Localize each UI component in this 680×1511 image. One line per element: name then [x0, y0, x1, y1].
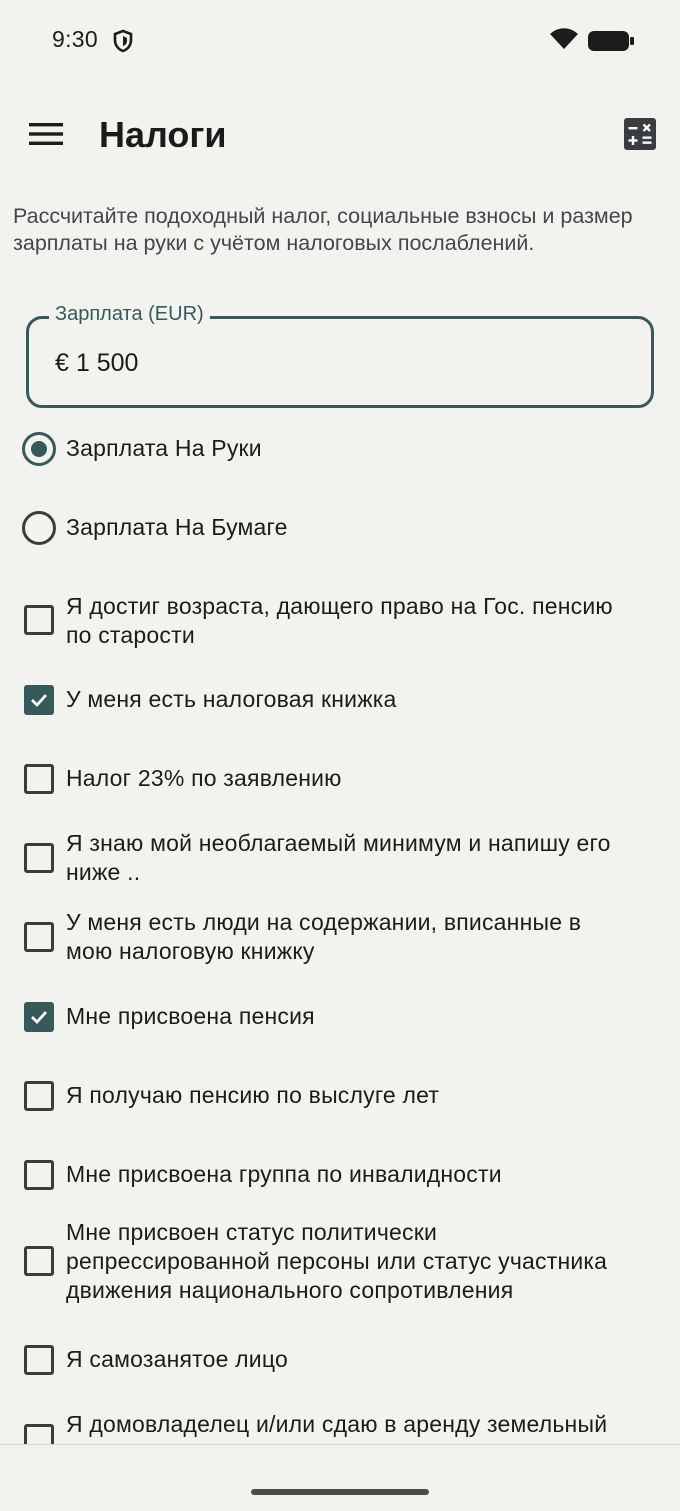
option-tax-23-percent[interactable]: Налог 23% по заявлению [22, 764, 672, 794]
checkbox[interactable] [24, 1424, 54, 1444]
option-tax-book[interactable]: У меня есть налоговая книжка [22, 685, 672, 715]
system-navigation-bar [0, 1444, 680, 1511]
option-label: Я получаю пенсию по выслуге лет [66, 1082, 440, 1108]
checkbox[interactable] [24, 1160, 54, 1190]
shield-icon [113, 29, 133, 53]
checkbox[interactable] [24, 764, 54, 794]
option-label: Мне присвоена пенсия [66, 1003, 315, 1029]
option-label-line1: Мне присвоен статус политически [66, 1219, 438, 1245]
menu-button[interactable] [18, 106, 74, 162]
option-self-employed[interactable]: Я самозанятое лицо [22, 1345, 672, 1375]
option-repressed-status[interactable]: Мне присвоен статус политически репресси… [22, 1218, 672, 1308]
wifi-icon [550, 28, 578, 49]
radio-gross-salary[interactable]: Зарплата На Бумаге [22, 511, 672, 545]
tax-screen: 9:30 Налоги Рассчитайте подоходный налог… [0, 0, 680, 1511]
option-label: Я домовладелец и/или сдаю в аренду земел… [66, 1411, 608, 1437]
option-label-line3: движения национального сопротивления [66, 1277, 514, 1303]
checkbox[interactable] [24, 843, 54, 873]
radio-net-salary[interactable]: Зарплата На Руки [22, 432, 672, 466]
option-pension-age[interactable]: Я достиг возраста, дающего право на Гос.… [22, 592, 672, 652]
check-icon [31, 694, 48, 708]
option-label-line2: репрессированной персоны или статус учас… [66, 1248, 608, 1274]
checkbox[interactable] [24, 605, 54, 635]
option-label: У меня есть налоговая книжка [66, 686, 397, 712]
radio-button-checked[interactable] [22, 432, 56, 466]
hamburger-menu-icon [29, 123, 63, 145]
option-label-line1: У меня есть люди на содержании, вписанны… [66, 909, 582, 935]
calculator-icon [624, 118, 656, 150]
checkbox[interactable] [24, 922, 54, 952]
checkbox-checked[interactable] [24, 1002, 54, 1032]
option-label: Мне присвоена группа по инвалидности [66, 1161, 502, 1187]
option-pension-assigned[interactable]: Мне присвоена пенсия [22, 1002, 672, 1032]
option-known-minimum[interactable]: Я знаю мой необлагаемый минимум и напишу… [22, 829, 672, 889]
option-label: Налог 23% по заявлению [66, 765, 342, 791]
checkbox[interactable] [24, 1081, 54, 1111]
salary-field-label: Зарплата (EUR) [49, 303, 210, 326]
option-dependents[interactable]: У меня есть люди на содержании, вписанны… [22, 908, 672, 968]
radio-label: Зарплата На Руки [66, 435, 262, 461]
option-label-line2: мою налоговую книжку [66, 938, 315, 964]
option-label-line2: по старости [66, 622, 195, 648]
battery-icon [588, 31, 634, 51]
radio-button[interactable] [22, 511, 56, 545]
salary-field[interactable]: Зарплата (EUR) [26, 303, 654, 408]
option-service-pension[interactable]: Я получаю пенсию по выслуге лет [22, 1081, 672, 1111]
status-bar: 9:30 [0, 0, 680, 80]
check-icon [31, 1011, 48, 1025]
app-bar: Налоги [0, 96, 680, 176]
description-text: Рассчитайте подоходный налог, социальные… [13, 204, 633, 255]
home-gesture-handle[interactable] [251, 1489, 429, 1495]
option-disability-group[interactable]: Мне присвоена группа по инвалидности [22, 1160, 672, 1190]
status-time: 9:30 [52, 26, 98, 52]
option-label: Я самозанятое лицо [66, 1346, 288, 1372]
option-label-line1: Я знаю мой необлагаемый минимум и напишу… [66, 830, 611, 856]
option-label-line1: Я достиг возраста, дающего право на Гос.… [66, 593, 613, 619]
checkbox-checked[interactable] [24, 685, 54, 715]
radio-label: Зарплата На Бумаге [66, 514, 288, 540]
checkbox[interactable] [24, 1246, 54, 1276]
checkbox[interactable] [24, 1345, 54, 1375]
calculator-button[interactable] [616, 110, 664, 158]
salary-input[interactable] [55, 349, 615, 378]
page-title: Налоги [99, 114, 227, 155]
option-landlord[interactable]: Я домовладелец и/или сдаю в аренду земел… [22, 1410, 672, 1444]
option-label-line2: ниже .. [66, 859, 141, 885]
